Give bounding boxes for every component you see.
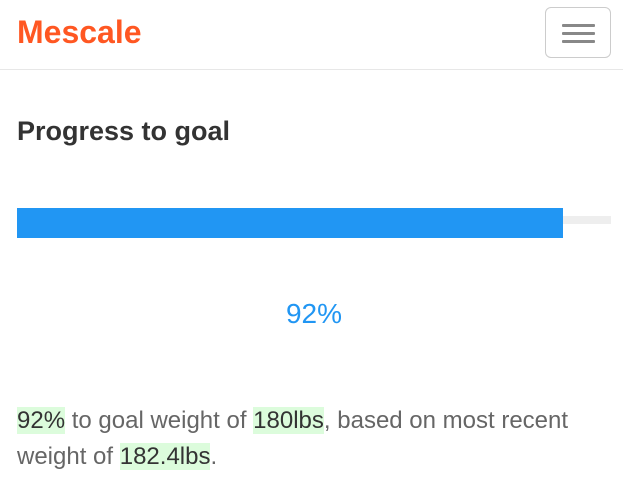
summary-text-3: . — [210, 443, 218, 470]
summary-text-1: to goal weight of — [65, 407, 254, 434]
page-title: Progress to goal — [17, 116, 231, 146]
goal-weight: 180lbs — [253, 407, 324, 434]
menu-toggle-button[interactable] — [545, 7, 611, 58]
progress-percent: 92% — [285, 298, 343, 329]
navbar: Mescale — [0, 0, 623, 70]
progress-bar-fill — [17, 208, 563, 238]
progress-summary: 92% to goal weight of 180lbs, based on m… — [17, 403, 607, 475]
recent-weight: 182.4lbs — [119, 443, 211, 470]
brand-logo[interactable]: Mescale — [17, 13, 142, 51]
summary-percent: 92% — [17, 407, 66, 434]
